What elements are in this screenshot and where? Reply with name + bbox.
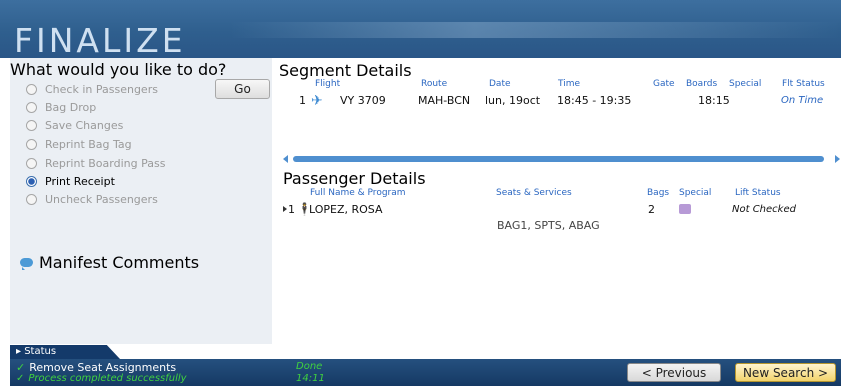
- status-time: 14:11: [296, 373, 325, 384]
- comment-bubble-icon: [20, 258, 33, 270]
- segment-details-title: Segment Details: [279, 61, 412, 80]
- col-lift-status: Lift Status: [735, 188, 781, 198]
- page-title: FINALIZE: [14, 21, 186, 60]
- status-message-label: Process completed successfully: [28, 373, 187, 384]
- special-service-icon: [679, 204, 691, 214]
- radio-icon[interactable]: [26, 119, 37, 131]
- segment-time: 18:45 - 19:35: [557, 94, 632, 107]
- horizontal-scrollbar[interactable]: [293, 156, 824, 162]
- radio-selected-icon[interactable]: [26, 175, 37, 187]
- segment-date: lun, 19oct: [485, 94, 541, 107]
- option-save-changes[interactable]: Save Changes: [26, 117, 123, 133]
- option-label: Reprint Bag Tag: [45, 137, 132, 151]
- header-streak: [230, 22, 841, 38]
- col-time: Time: [558, 79, 581, 89]
- option-label: Print Receipt: [45, 174, 115, 188]
- option-label: Save Changes: [45, 118, 124, 132]
- option-reprint-bag-tag[interactable]: Reprint Bag Tag: [26, 136, 132, 152]
- previous-button[interactable]: < Previous: [627, 363, 721, 382]
- scroll-left-icon[interactable]: [283, 155, 288, 163]
- airplane-icon: ✈: [311, 93, 323, 109]
- option-print-receipt[interactable]: Print Receipt: [26, 173, 115, 189]
- col-gate: Gate: [653, 79, 675, 89]
- col-date: Date: [489, 79, 511, 89]
- checkmark-icon: ✓: [16, 373, 25, 384]
- col-route: Route: [421, 79, 448, 89]
- passenger-details-title: Passenger Details: [283, 169, 426, 188]
- manifest-comments-heading[interactable]: Manifest Comments: [20, 253, 199, 272]
- col-special: Special: [679, 188, 712, 198]
- col-flight: Flight: [315, 79, 341, 89]
- scroll-right-icon[interactable]: [835, 155, 840, 163]
- manifest-comments-label: Manifest Comments: [39, 253, 200, 272]
- option-label: Check in Passengers: [45, 82, 158, 96]
- option-label: Reprint Boarding Pass: [45, 156, 166, 170]
- go-button[interactable]: Go: [215, 79, 270, 99]
- status-message: ✓ Process completed successfully: [16, 373, 187, 384]
- segment-boards: 18:15: [698, 94, 730, 107]
- col-bags: Bags: [647, 188, 670, 198]
- passenger-lift-status: Not Checked: [732, 204, 796, 215]
- radio-icon[interactable]: [26, 157, 37, 169]
- radio-icon[interactable]: [26, 101, 37, 113]
- option-reprint-boarding-pass[interactable]: Reprint Boarding Pass: [26, 155, 165, 171]
- col-special: Special: [729, 79, 762, 89]
- radio-icon[interactable]: [26, 138, 37, 150]
- segment-flight[interactable]: VY 3709: [340, 94, 386, 107]
- passenger-services: BAG1, SPTS, ABAG: [497, 219, 600, 232]
- action-question: What would you like to do?: [10, 60, 227, 79]
- status-result: Done: [296, 361, 323, 372]
- col-boards: Boards: [686, 79, 718, 89]
- expand-row-icon[interactable]: [283, 206, 287, 212]
- new-search-button[interactable]: New Search >: [735, 363, 836, 382]
- option-label: Uncheck Passengers: [45, 192, 158, 206]
- option-uncheck-passengers[interactable]: Uncheck Passengers: [26, 191, 158, 207]
- status-tab[interactable]: ▸ Status: [10, 345, 120, 359]
- radio-icon[interactable]: [26, 83, 37, 95]
- segment-route: MAH-BCN: [418, 94, 471, 107]
- passenger-bags: 2: [648, 203, 655, 216]
- col-flt-status: Flt Status: [782, 79, 825, 89]
- col-seats-services: Seats & Services: [496, 188, 572, 198]
- option-label: Bag Drop: [45, 100, 97, 114]
- status-tab-label: Status: [24, 346, 57, 357]
- header-banner: FINALIZE: [0, 0, 841, 58]
- passenger-name[interactable]: LOPEZ, ROSA: [309, 203, 383, 216]
- col-full-name: Full Name & Program: [310, 188, 406, 198]
- option-bag-drop[interactable]: Bag Drop: [26, 99, 96, 115]
- radio-icon[interactable]: [26, 193, 37, 205]
- segment-index: 1: [299, 94, 306, 107]
- segment-flt-status: On Time: [781, 95, 824, 106]
- option-check-in-passengers[interactable]: Check in Passengers: [26, 81, 158, 97]
- passenger-index: 1: [288, 203, 295, 216]
